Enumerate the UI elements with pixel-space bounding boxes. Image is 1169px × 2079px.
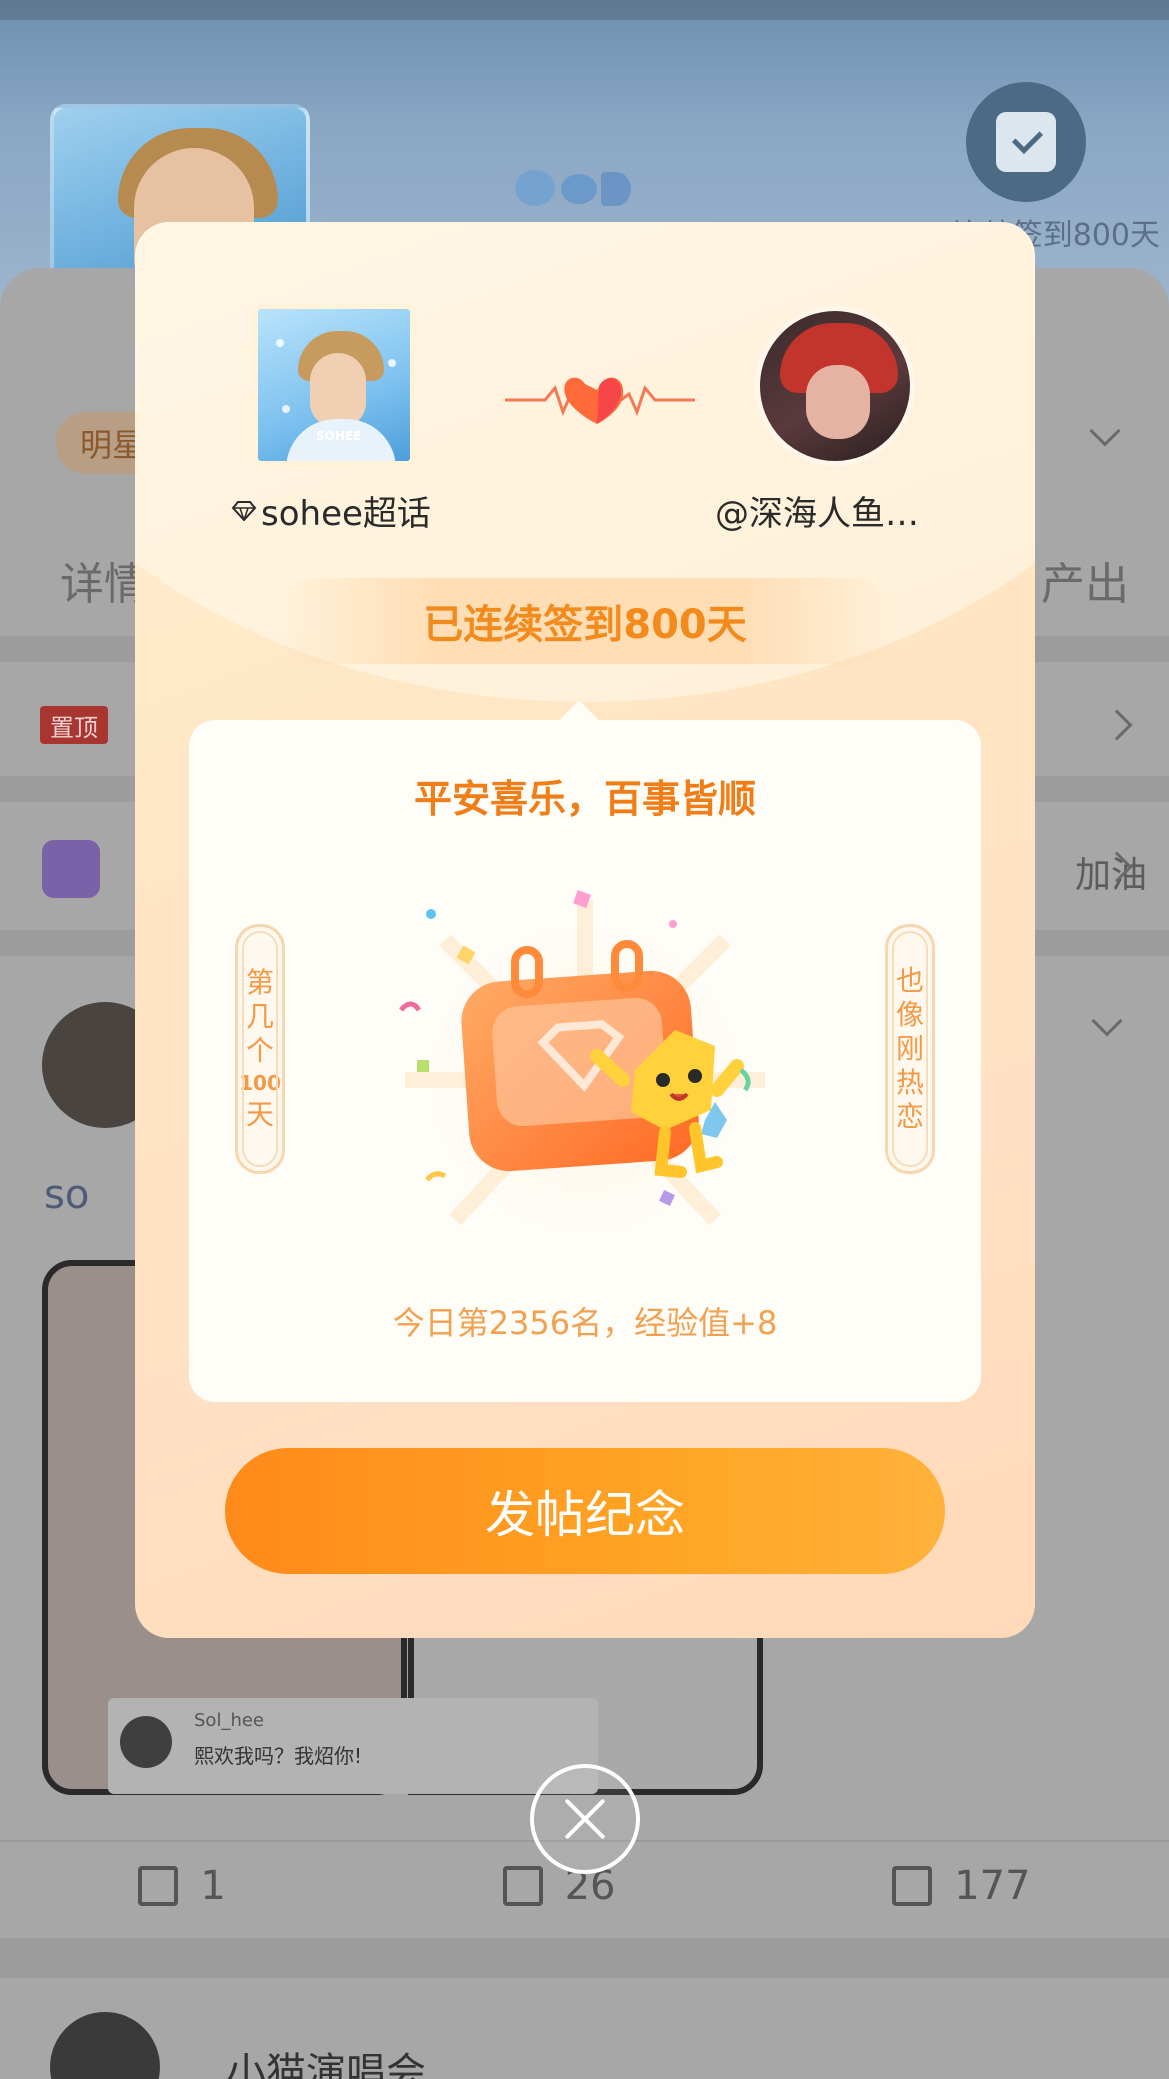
- output-tab[interactable]: 产出: [1041, 548, 1129, 612]
- like-count: 177: [954, 1863, 1031, 1909]
- status-bar: [0, 0, 1169, 20]
- comment-icon: [502, 1866, 543, 1906]
- badge-char: 热: [895, 1066, 924, 1099]
- streak-banner: 已连续签到800天: [275, 578, 895, 664]
- close-modal-button[interactable]: [530, 1764, 640, 1874]
- rank-exp-text: 今日第2356名，经验值+8: [392, 1304, 778, 1342]
- cover-brand-text: SOHEE: [316, 429, 362, 443]
- badge-char: 几: [245, 1000, 274, 1033]
- checkin-card: 平安喜乐，百事皆顺 第 几 个 100 天 也 像 刚 热 恋 今日第2356名…: [189, 720, 981, 1402]
- right-vertical-badge: 也 像 刚 热 恋: [885, 924, 935, 1174]
- calendar-check-icon: [996, 112, 1056, 172]
- badge-char: 天: [245, 1098, 274, 1131]
- comment-text: 熙欢我吗？我炤你!: [194, 1744, 363, 1768]
- user-name: @深海人鱼…: [715, 494, 919, 534]
- thumbs-up-icon: [892, 1866, 933, 1906]
- topic-name: sohee超话: [231, 486, 471, 535]
- embedded-comment: Sol_hee 熙欢我吗？我炤你!: [108, 1698, 598, 1794]
- badge-char: 恋: [895, 1100, 924, 1133]
- topic-tag[interactable]: so: [44, 1172, 89, 1218]
- calendar-mascot-illustration: [399, 890, 765, 1260]
- pinned-badge: 置顶: [40, 706, 108, 744]
- topic-cover-thumbnail: SOHEE: [253, 304, 415, 466]
- pen-icon: [42, 840, 100, 898]
- share-count: 1: [200, 1863, 226, 1909]
- divider: [0, 1938, 1169, 1978]
- fish-decoration-icon: [515, 166, 635, 210]
- checkin-success-modal: SOHEE sohee超话 @深海人鱼… 已连续签到800天 平安喜乐，百事皆顺: [135, 222, 1035, 1638]
- badge-char: 第: [245, 966, 274, 999]
- heartbeat-heart-icon: [505, 377, 695, 424]
- post-commemorate-button[interactable]: 发帖纪念: [225, 1448, 945, 1574]
- share-icon: [138, 1866, 179, 1906]
- card-title: 平安喜乐，百事皆顺: [413, 777, 756, 821]
- like-button[interactable]: 177: [892, 1863, 1031, 1909]
- checkin-button[interactable]: [966, 82, 1086, 202]
- author-name[interactable]: 小猫演唱会: [226, 2040, 426, 2079]
- user-avatar: [755, 306, 915, 466]
- avatar: [120, 1716, 172, 1768]
- comment-author: Sol_hee: [194, 1710, 264, 1731]
- badge-char: 刚: [895, 1032, 924, 1065]
- topic-name-text: sohee超话: [261, 494, 431, 534]
- badge-char: 个: [245, 1034, 274, 1067]
- badge-char: 也: [895, 964, 924, 997]
- share-button[interactable]: 1: [138, 1863, 226, 1909]
- badge-char: 像: [895, 998, 924, 1031]
- badge-char: 100: [239, 1071, 281, 1095]
- left-vertical-badge: 第 几 个 100 天: [235, 924, 285, 1174]
- diamond-icon: [231, 500, 257, 521]
- screen: 连续签到800天 明星 详情 产出 置顶 加油 so Sol_hee 熙欢我吗？…: [0, 0, 1169, 2079]
